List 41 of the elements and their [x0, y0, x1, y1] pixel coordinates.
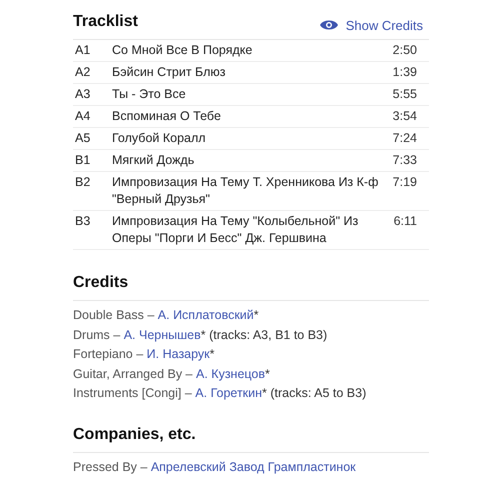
track-position: A3 [75, 86, 92, 103]
track-duration: 7:24 [392, 130, 418, 147]
eye-icon [320, 19, 338, 31]
track-title: Импровизация На Тему Т. Хренникова Из К-ф "Верный Друзья" [112, 174, 380, 208]
track-title: Ты - Это Все [112, 86, 187, 103]
track-position: B1 [75, 152, 92, 169]
track-duration: 7:19 [392, 174, 418, 191]
artist-link[interactable]: А. Кузнецов [196, 366, 266, 380]
show-credits-link[interactable]: Show Credits [320, 18, 429, 32]
track-duration: 3:54 [392, 108, 418, 125]
track-position: A5 [75, 130, 92, 147]
track-title: Бэйсин Стрит Блюз [112, 64, 227, 81]
section-heading: Companies, etc. [73, 424, 429, 452]
artist-link[interactable]: Апрелевский Завод Грампластинок [150, 460, 356, 474]
track-position: A2 [75, 64, 92, 81]
credit-line: Pressed By – Апрелевский Завод Грампластинок [73, 458, 357, 476]
track-title: Со Мной Все В Порядке [112, 42, 254, 59]
credit-line: Guitar, Arranged By – А. Кузнецов* [73, 366, 271, 383]
credit-line: Fortepiano – И. Назарук* [73, 346, 216, 363]
track-position: A4 [75, 108, 92, 125]
section-heading: Credits [73, 272, 429, 301]
track-title: Импровизация На Тему "Колыбельной" Из Оперы "Порги И Бесс" Дж. Гершвина [112, 213, 360, 247]
track-title: Голубой Коралл [112, 130, 207, 147]
artist-link[interactable]: А. Чернышев [124, 328, 201, 342]
track-duration: 6:11 [394, 213, 418, 230]
artist-link[interactable]: И. Назарук [146, 347, 210, 361]
track-duration: 1:39 [392, 64, 418, 81]
track-duration: 5:55 [392, 86, 418, 103]
credit-line: Instruments [Congi] – А. Гореткин* (tracks: A5 to B3) [73, 385, 368, 402]
track-position: A1 [75, 42, 92, 59]
artist-link[interactable]: А. Гореткин [195, 386, 262, 400]
track-position: B2 [75, 174, 92, 191]
track-title: Вспоминая О Тебе [112, 108, 222, 125]
track-title: Мягкий Дождь [112, 152, 196, 169]
section-heading: Tracklist [73, 12, 138, 32]
credit-line: Double Bass – А. Исплатовский* [73, 307, 260, 324]
artist-link[interactable]: А. Исплатовский [158, 308, 254, 322]
credit-line: Drums – А. Чернышев* (tracks: A3, B1 to B3) [73, 326, 328, 344]
track-duration: 2:50 [392, 42, 418, 59]
track-duration: 7:33 [392, 152, 418, 169]
track-position: B3 [75, 213, 92, 230]
